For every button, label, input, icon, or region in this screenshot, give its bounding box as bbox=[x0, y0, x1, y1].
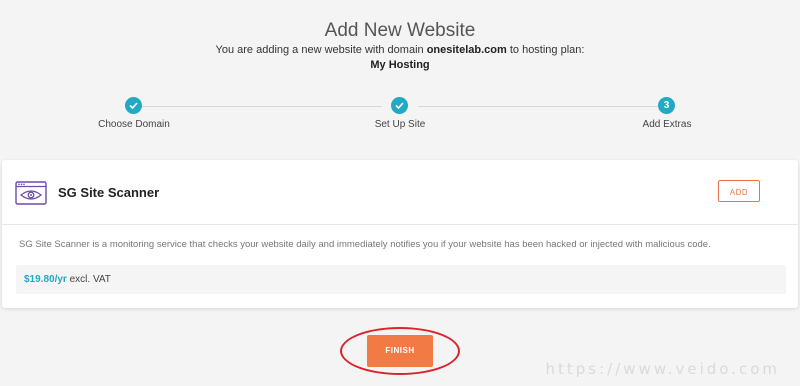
progress-stepper: Choose Domain Set Up Site 3 Add Extras bbox=[0, 96, 800, 136]
stepper-line bbox=[142, 106, 382, 107]
step-2-label: Set Up Site bbox=[374, 119, 426, 130]
add-button[interactable]: ADD bbox=[718, 180, 760, 202]
price-box: $19.80/yr excl. VAT bbox=[16, 265, 786, 294]
page-title: Add New Website bbox=[324, 20, 476, 41]
step-2-check-icon bbox=[391, 97, 408, 114]
price-amount: $19.80/yr bbox=[24, 274, 67, 285]
price-suffix: excl. VAT bbox=[69, 274, 111, 285]
domain-name: onesitelab.com bbox=[426, 44, 507, 56]
stepper-line bbox=[418, 106, 658, 107]
service-description: SG Site Scanner is a monitoring service … bbox=[19, 239, 711, 250]
finish-area: FINISH bbox=[340, 327, 460, 376]
page-subtitle: You are adding a new website with domain… bbox=[0, 44, 800, 56]
subtitle-prefix: You are adding a new website with domain bbox=[215, 44, 424, 56]
subtitle-suffix: to hosting plan: bbox=[509, 44, 585, 56]
watermark: https://www.veido.com bbox=[545, 360, 780, 378]
extra-service-card: SG Site Scanner ADD SG Site Scanner is a… bbox=[2, 160, 798, 308]
step-1-check-icon bbox=[125, 97, 142, 114]
card-header: SG Site Scanner ADD bbox=[2, 160, 798, 225]
price-text: $19.80/yr excl. VAT bbox=[24, 274, 111, 285]
hosting-plan-name: My Hosting bbox=[370, 59, 430, 71]
step-3-label: Add Extras bbox=[642, 119, 692, 130]
service-title: SG Site Scanner bbox=[58, 185, 160, 200]
site-scanner-icon bbox=[15, 181, 47, 205]
finish-button[interactable]: FINISH bbox=[367, 335, 433, 367]
step-1-label: Choose Domain bbox=[98, 119, 170, 130]
step-3-number: 3 bbox=[658, 97, 675, 114]
